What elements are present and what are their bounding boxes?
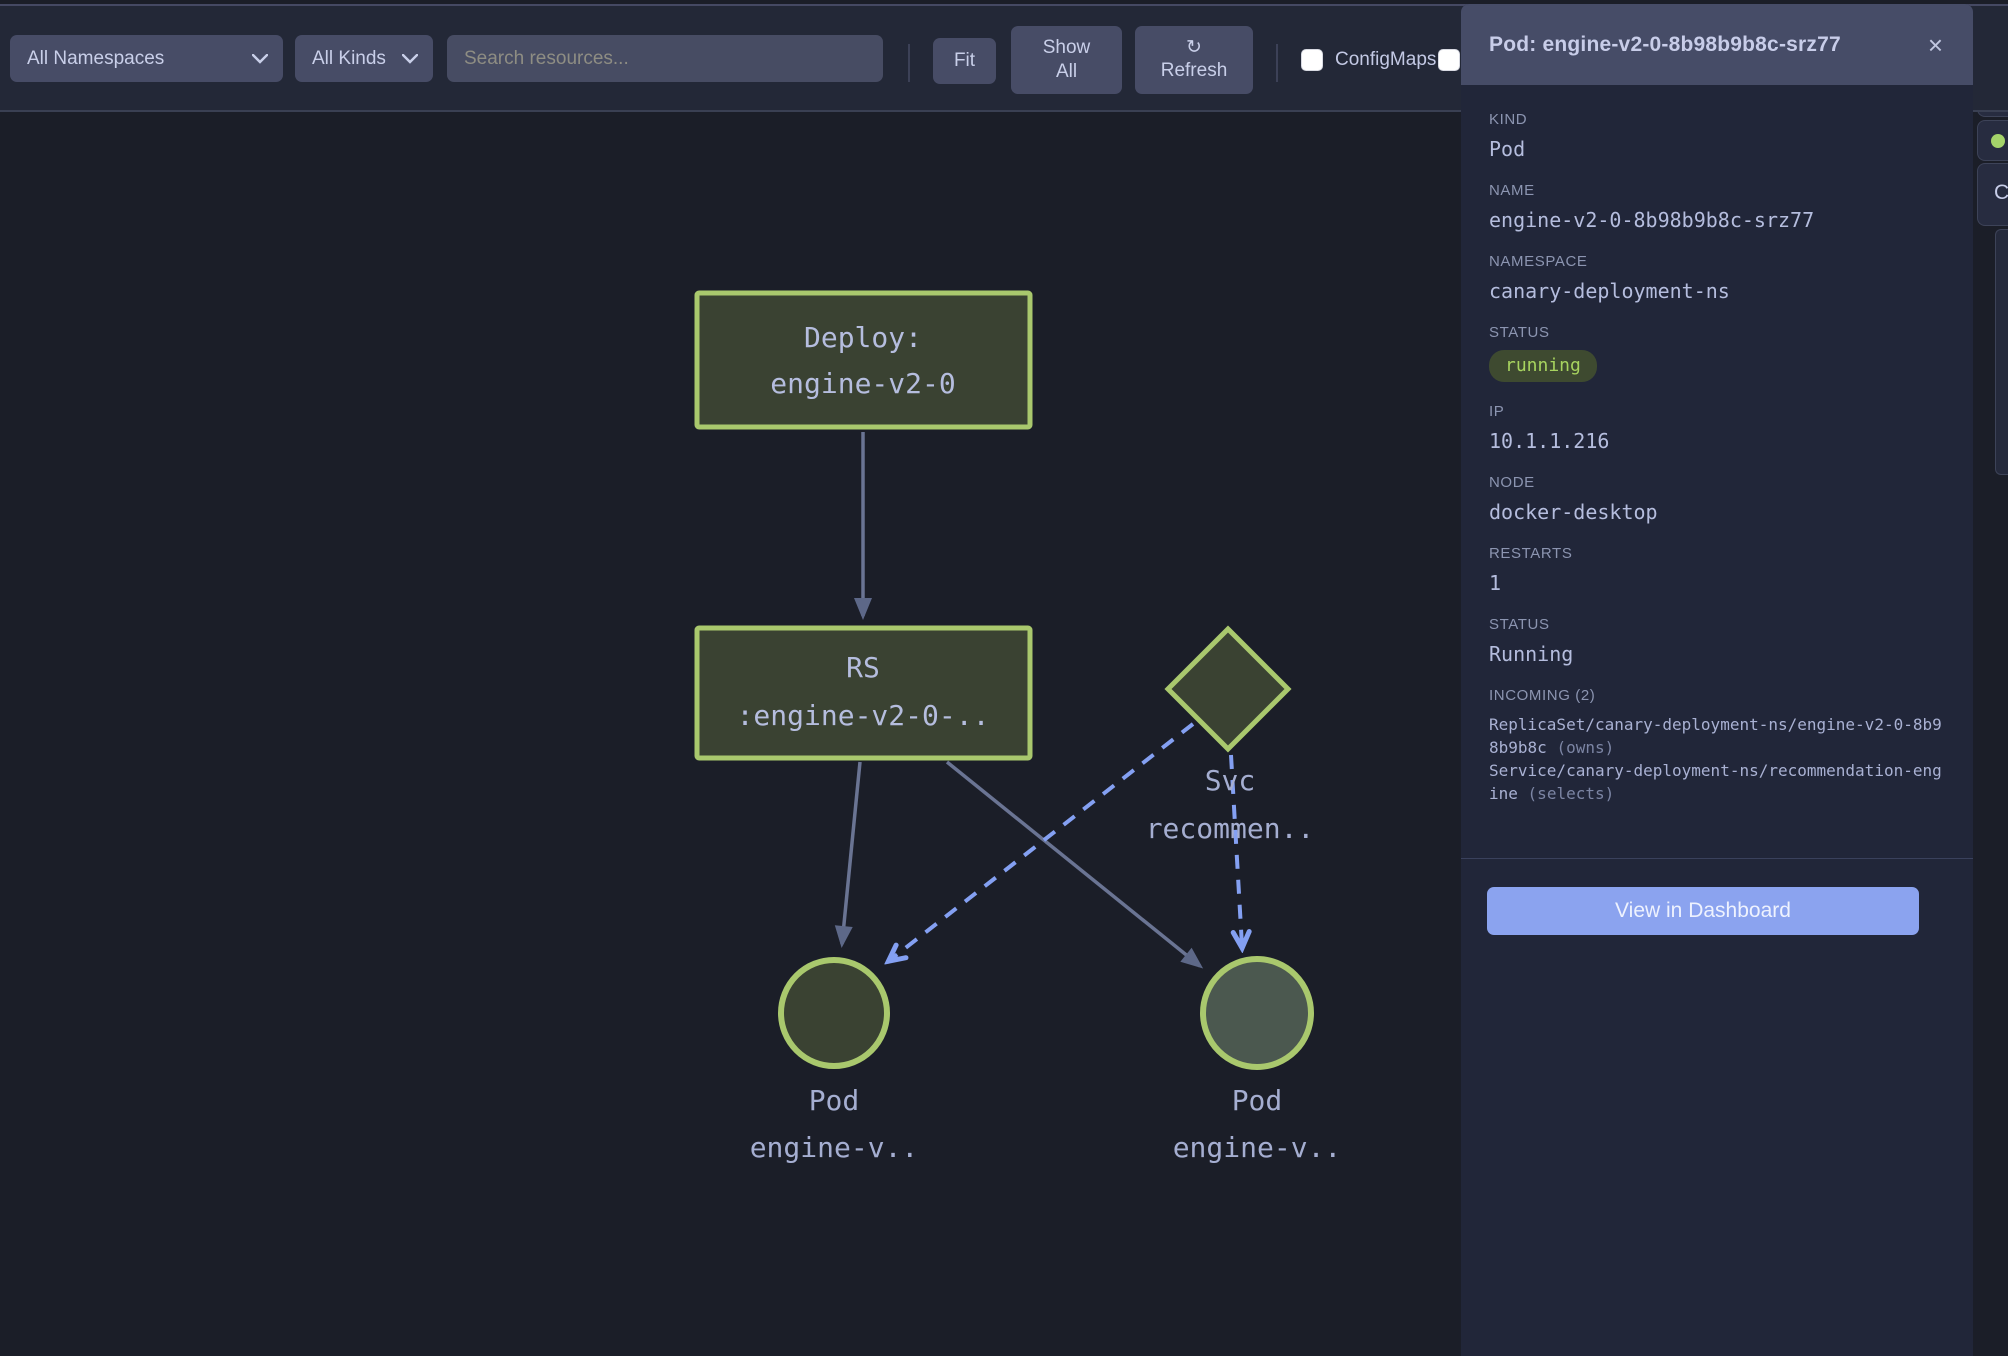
namespace-select-value: All Namespaces (27, 48, 164, 70)
field-value: 10.1.1.216 (1489, 429, 1945, 453)
fit-button-label: Fit (954, 49, 975, 73)
node-pod-2-name-label: engine-v.. (1173, 1131, 1342, 1164)
panel-body: KIND Pod NAME engine-v2-0-8b98b9b8c-srz7… (1461, 85, 1973, 805)
edge-strip-tile-label[interactable]: C (1977, 163, 2008, 226)
field-restarts: RESTARTS 1 (1489, 545, 1945, 595)
namespace-select[interactable]: All Namespaces (10, 35, 283, 82)
field-label: KIND (1489, 111, 1945, 128)
node-pod-1-name-label: engine-v.. (750, 1131, 919, 1164)
field-value: 1 (1489, 571, 1945, 595)
field-status-badge: STATUS running (1489, 324, 1945, 382)
field-label: NAME (1489, 182, 1945, 199)
refresh-icon: ↻ (1186, 38, 1202, 59)
node-deployment-kind-label: Deploy: (804, 321, 922, 354)
chevron-down-icon (252, 54, 268, 64)
toolbar-divider (908, 44, 910, 82)
edge-strip-tile-status[interactable] (1977, 120, 2008, 161)
node-service[interactable]: Svc recommen.. (1146, 629, 1315, 845)
node-deployment-name-label: engine-v2-0 (770, 367, 955, 400)
view-in-dashboard-button[interactable]: View in Dashboard (1487, 887, 1919, 935)
field-label: NAMESPACE (1489, 253, 1945, 270)
search-input[interactable] (447, 35, 883, 82)
node-pod-2-kind-label: Pod (1232, 1084, 1283, 1117)
field-label: STATUS (1489, 616, 1945, 633)
status-dot-icon (1991, 134, 2005, 148)
field-ip: IP 10.1.1.216 (1489, 403, 1945, 453)
panel-footer: View in Dashboard (1461, 858, 1973, 935)
refresh-button[interactable]: ↻ Refresh (1135, 26, 1253, 94)
field-name: NAME engine-v2-0-8b98b9b8c-srz77 (1489, 182, 1945, 232)
node-pod-1-kind-label: Pod (809, 1084, 860, 1117)
field-value: Pod (1489, 137, 1945, 161)
incoming-entry: Service/canary-deployment-ns/recommendat… (1489, 759, 1945, 805)
node-replicaset-kind-label: RS (846, 651, 880, 684)
field-kind: KIND Pod (1489, 111, 1945, 161)
field-value: docker-desktop (1489, 500, 1945, 524)
node-pod-2-selected[interactable]: Pod engine-v.. (1173, 959, 1342, 1164)
node-pod-1[interactable]: Pod engine-v.. (750, 960, 919, 1164)
field-label: INCOMING (2) (1489, 687, 1945, 704)
node-replicaset[interactable]: RS :engine-v2-0-.. (697, 628, 1030, 758)
show-all-label-line1: Show (1043, 36, 1091, 60)
field-label: STATUS (1489, 324, 1945, 341)
edge-strip-tile-bottom (1995, 229, 2008, 475)
field-label: NODE (1489, 474, 1945, 491)
edge-strip-letter: C (1994, 181, 2008, 205)
configmaps-checkbox-label: ConfigMaps (1335, 49, 1436, 71)
incoming-entry: ReplicaSet/canary-deployment-ns/engine-v… (1489, 713, 1945, 759)
field-status-text: STATUS Running (1489, 616, 1945, 666)
panel-header: Pod: engine-v2-0-8b98b9b8c-srz77 × (1461, 4, 1973, 85)
chevron-down-icon (402, 54, 418, 64)
field-value: Running (1489, 642, 1945, 666)
kind-select[interactable]: All Kinds (295, 35, 433, 82)
field-namespace: NAMESPACE canary-deployment-ns (1489, 253, 1945, 303)
panel-title: Pod: engine-v2-0-8b98b9b8c-srz77 (1489, 33, 1841, 57)
configmaps-checkbox[interactable] (1301, 49, 1323, 71)
field-value: canary-deployment-ns (1489, 279, 1945, 303)
refresh-button-label: Refresh (1161, 59, 1228, 83)
incoming-entry-relation: (selects) (1528, 784, 1615, 803)
incoming-entry-relation: (owns) (1556, 738, 1614, 757)
field-node: NODE docker-desktop (1489, 474, 1945, 524)
show-all-label-line2: All (1056, 60, 1077, 84)
field-value: engine-v2-0-8b98b9b8c-srz77 (1489, 208, 1945, 232)
secrets-checkbox-partial[interactable] (1438, 49, 1460, 71)
node-replicaset-name-label: :engine-v2-0-.. (737, 699, 990, 732)
status-badge: running (1489, 350, 1597, 382)
node-deployment[interactable]: Deploy: engine-v2-0 (697, 293, 1030, 427)
field-incoming: INCOMING (2) ReplicaSet/canary-deploymen… (1489, 687, 1945, 805)
node-service-kind-label: Svc (1205, 764, 1256, 797)
node-service-name-label: recommen.. (1146, 812, 1315, 845)
edge-rs-to-pod2 (947, 762, 1200, 966)
field-label: IP (1489, 403, 1945, 420)
toolbar-divider (1276, 44, 1278, 82)
edge-rs-to-pod1 (842, 762, 860, 944)
fit-button[interactable]: Fit (933, 38, 996, 84)
field-label: RESTARTS (1489, 545, 1945, 562)
kind-select-value: All Kinds (312, 48, 386, 70)
show-all-button[interactable]: Show All (1011, 26, 1122, 94)
resource-details-panel: Pod: engine-v2-0-8b98b9b8c-srz77 × KIND … (1461, 4, 1973, 1356)
close-icon[interactable]: × (1928, 32, 1943, 58)
